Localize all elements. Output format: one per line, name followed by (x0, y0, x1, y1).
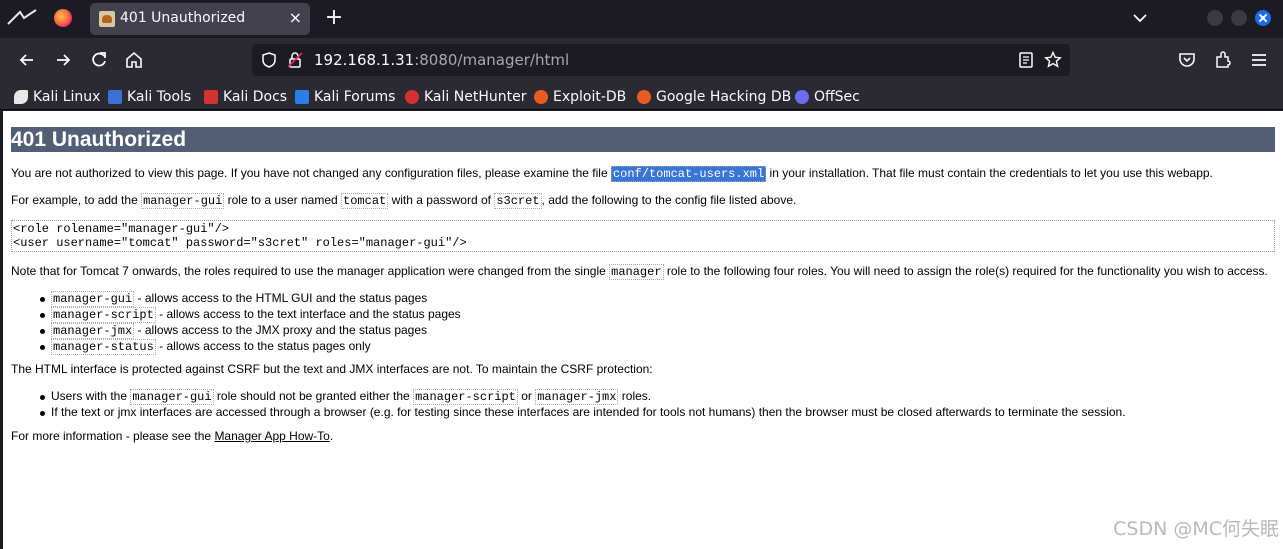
bookmark-kali-linux[interactable]: Kali Linux (14, 87, 100, 107)
bookmark-star-icon[interactable] (1044, 50, 1062, 69)
list-item: manager-script - allows access to the te… (40, 307, 461, 323)
csrf-list: Users with the manager-gui role should n… (40, 389, 1126, 420)
bookmark-kali-nethunter[interactable]: Kali NetHunter (405, 87, 526, 107)
shield-icon[interactable] (260, 51, 278, 69)
bookmark-kali-forums[interactable]: Kali Forums (295, 87, 395, 107)
bookmarks-toolbar: Kali Linux Kali Tools Kali Docs Kali For… (0, 82, 1283, 110)
new-tab-button[interactable]: + (322, 4, 346, 32)
bookmark-kali-tools[interactable]: Kali Tools (108, 87, 191, 107)
code-role: manager-gui (141, 193, 225, 209)
config-file-path[interactable]: conf/tomcat-users.xml (610, 166, 767, 182)
window-close-button[interactable] (1255, 10, 1271, 26)
kali-menu-icon[interactable] (0, 0, 44, 38)
maximize-button[interactable] (1231, 10, 1247, 26)
tomcat-favicon-icon (99, 11, 115, 27)
list-item: manager-gui - allows access to the HTML … (40, 291, 461, 307)
chevron-down-icon[interactable] (1130, 8, 1150, 28)
bookmark-google-hacking-db[interactable]: Google Hacking DB (637, 87, 791, 107)
list-item: manager-status - allows access to the st… (40, 339, 461, 355)
reload-icon[interactable] (87, 48, 111, 72)
watermark: CSDN @MC何失眠 (1113, 518, 1279, 540)
ghdb-icon (637, 90, 651, 104)
config-example-block: <role rolename="manager-gui"/> <user user… (11, 220, 1275, 252)
config-line-role: <role rolename="manager-gui"/> (13, 222, 230, 236)
manager-howto-link[interactable]: Manager App How-To (214, 429, 329, 443)
list-item: manager-jmx - allows access to the JMX p… (40, 323, 461, 339)
tab-active[interactable]: 401 Unauthorized × (90, 3, 310, 35)
code-username: tomcat (341, 193, 389, 209)
insecure-lock-icon[interactable] (286, 51, 304, 69)
list-item: Users with the manager-gui role should n… (40, 389, 1126, 405)
page-content: 401 Unauthorized You are not authorized … (3, 111, 1283, 549)
bookmark-exploit-db[interactable]: Exploit-DB (534, 87, 626, 107)
csrf-paragraph: The HTML interface is protected against … (11, 362, 653, 376)
kali-tools-icon (108, 90, 122, 104)
reader-view-icon[interactable] (1017, 51, 1035, 69)
config-line-user: <user username="tomcat" password="s3cret… (13, 236, 467, 250)
page-title: 401 Unauthorized (11, 127, 1275, 152)
intro-paragraph: You are not authorized to view this page… (11, 166, 1213, 182)
nethunter-icon (405, 90, 419, 104)
minimize-button[interactable] (1207, 10, 1223, 26)
offsec-icon (795, 90, 809, 104)
menu-icon[interactable] (1247, 48, 1271, 72)
tab-strip: 401 Unauthorized × + (0, 0, 1283, 38)
url-bar[interactable]: 192.168.1.31:8080/manager/html (252, 44, 1070, 76)
navigation-bar: 192.168.1.31:8080/manager/html (0, 38, 1283, 82)
roles-list: manager-gui - allows access to the HTML … (40, 291, 461, 355)
tab-title: 401 Unauthorized (120, 10, 246, 26)
back-icon[interactable] (15, 48, 39, 72)
exploit-db-icon (534, 90, 548, 104)
more-info-paragraph: For more information - please see the Ma… (11, 429, 334, 443)
code-manager: manager (609, 264, 664, 280)
bookmark-offsec[interactable]: OffSec (795, 87, 860, 107)
bookmark-kali-docs[interactable]: Kali Docs (204, 87, 287, 107)
roles-note-paragraph: Note that for Tomcat 7 onwards, the role… (11, 264, 1268, 280)
tab-close-button[interactable]: × (289, 8, 302, 27)
url-text[interactable]: 192.168.1.31:8080/manager/html (314, 51, 569, 69)
forward-icon[interactable] (51, 48, 75, 72)
code-password: s3cret (494, 193, 542, 209)
pocket-icon[interactable] (1175, 48, 1199, 72)
kali-dragon-icon (14, 90, 28, 104)
kali-forums-icon (295, 90, 309, 104)
list-item: If the text or jmx interfaces are access… (40, 405, 1126, 419)
home-icon[interactable] (122, 48, 146, 72)
kali-docs-icon (204, 90, 218, 104)
example-paragraph: For example, to add the manager-gui role… (11, 193, 797, 209)
firefox-icon[interactable] (54, 9, 72, 27)
extensions-icon[interactable] (1211, 48, 1235, 72)
